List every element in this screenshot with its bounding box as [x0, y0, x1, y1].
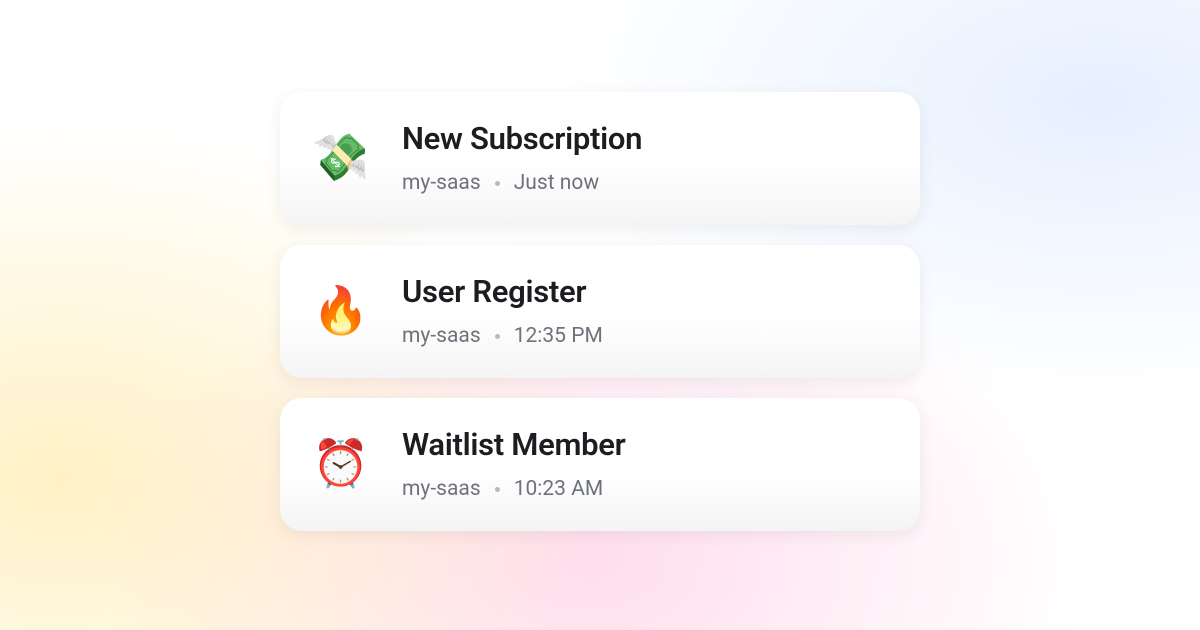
event-project: my-saas [402, 171, 481, 195]
event-card[interactable]: 🔥 User Register my-saas 12:35 PM [280, 245, 920, 378]
event-project: my-saas [402, 477, 481, 501]
event-card[interactable]: ⏰ Waitlist Member my-saas 10:23 AM [280, 398, 920, 531]
event-meta: my-saas Just now [402, 171, 886, 195]
event-title: New Subscription [402, 120, 886, 157]
alarm-clock-icon: ⏰ [314, 437, 368, 491]
event-time: Just now [514, 171, 599, 195]
event-project: my-saas [402, 324, 481, 348]
event-meta: my-saas 12:35 PM [402, 324, 886, 348]
event-title: User Register [402, 273, 886, 310]
separator-dot [495, 334, 500, 339]
event-meta: my-saas 10:23 AM [402, 477, 886, 501]
money-with-wings-icon: 💸 [314, 131, 368, 185]
event-content: New Subscription my-saas Just now [402, 120, 886, 195]
event-content: Waitlist Member my-saas 10:23 AM [402, 426, 886, 501]
event-time: 10:23 AM [514, 477, 604, 501]
event-content: User Register my-saas 12:35 PM [402, 273, 886, 348]
separator-dot [495, 181, 500, 186]
separator-dot [495, 487, 500, 492]
event-list: 💸 New Subscription my-saas Just now 🔥 Us… [280, 92, 920, 531]
event-card[interactable]: 💸 New Subscription my-saas Just now [280, 92, 920, 225]
fire-icon: 🔥 [314, 284, 368, 338]
event-title: Waitlist Member [402, 426, 886, 463]
event-time: 12:35 PM [514, 324, 603, 348]
